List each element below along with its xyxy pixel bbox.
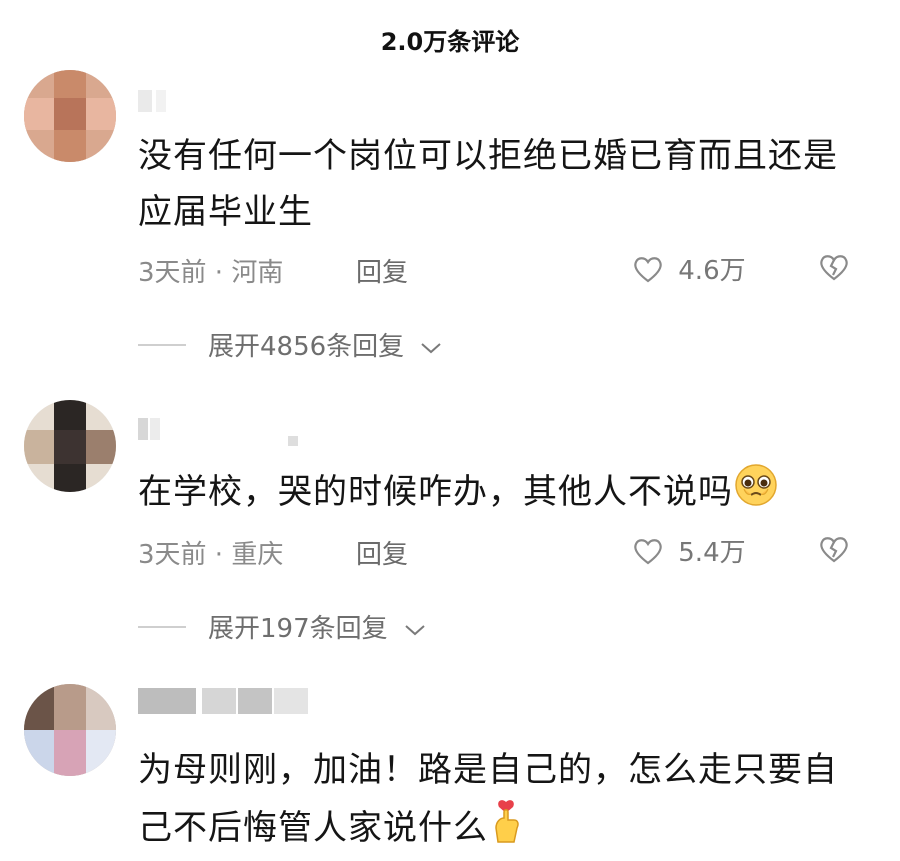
comment-text: 没有任何一个岗位可以拒绝已婚已育而且还是应届毕业生	[138, 136, 838, 232]
heart-outline-icon	[634, 256, 662, 282]
comment-time-location: 3天前 · 重庆	[138, 540, 284, 570]
expand-replies-label: 展开4856条回复	[208, 332, 405, 362]
broken-heart-icon	[820, 255, 848, 281]
heart-outline-icon	[634, 538, 662, 564]
reply-button[interactable]: 回复	[356, 252, 408, 289]
comment-text: 在学校，哭的时候咋办，其他人不说吗	[138, 462, 838, 525]
like-count: 4.6万	[678, 256, 746, 286]
dislike-button[interactable]	[818, 534, 850, 571]
reply-button[interactable]: 回复	[356, 534, 408, 571]
pleading-face-icon	[733, 462, 779, 525]
avatar[interactable]	[24, 400, 116, 492]
comment-count-title: 2.0万条评论	[380, 28, 520, 56]
avatar[interactable]	[24, 684, 116, 776]
divider-line	[138, 626, 186, 628]
like-count: 5.4万	[678, 538, 746, 568]
dislike-button[interactable]	[818, 252, 850, 289]
broken-heart-icon	[820, 537, 848, 563]
expand-replies-label: 展开197条回复	[208, 614, 388, 644]
divider-line	[138, 344, 186, 346]
chevron-down-icon	[421, 342, 442, 353]
comment-time-location: 3天前 · 河南	[138, 258, 284, 288]
like-button[interactable]: 5.4万	[632, 532, 746, 569]
comment-text: 为母则刚，加油！路是自己的，怎么走只要自己不后悔管人家说什么	[138, 742, 838, 861]
like-button[interactable]: 4.6万	[632, 250, 746, 287]
finger-heart-icon	[488, 798, 524, 861]
avatar[interactable]	[24, 70, 116, 162]
chevron-down-icon	[405, 624, 425, 635]
